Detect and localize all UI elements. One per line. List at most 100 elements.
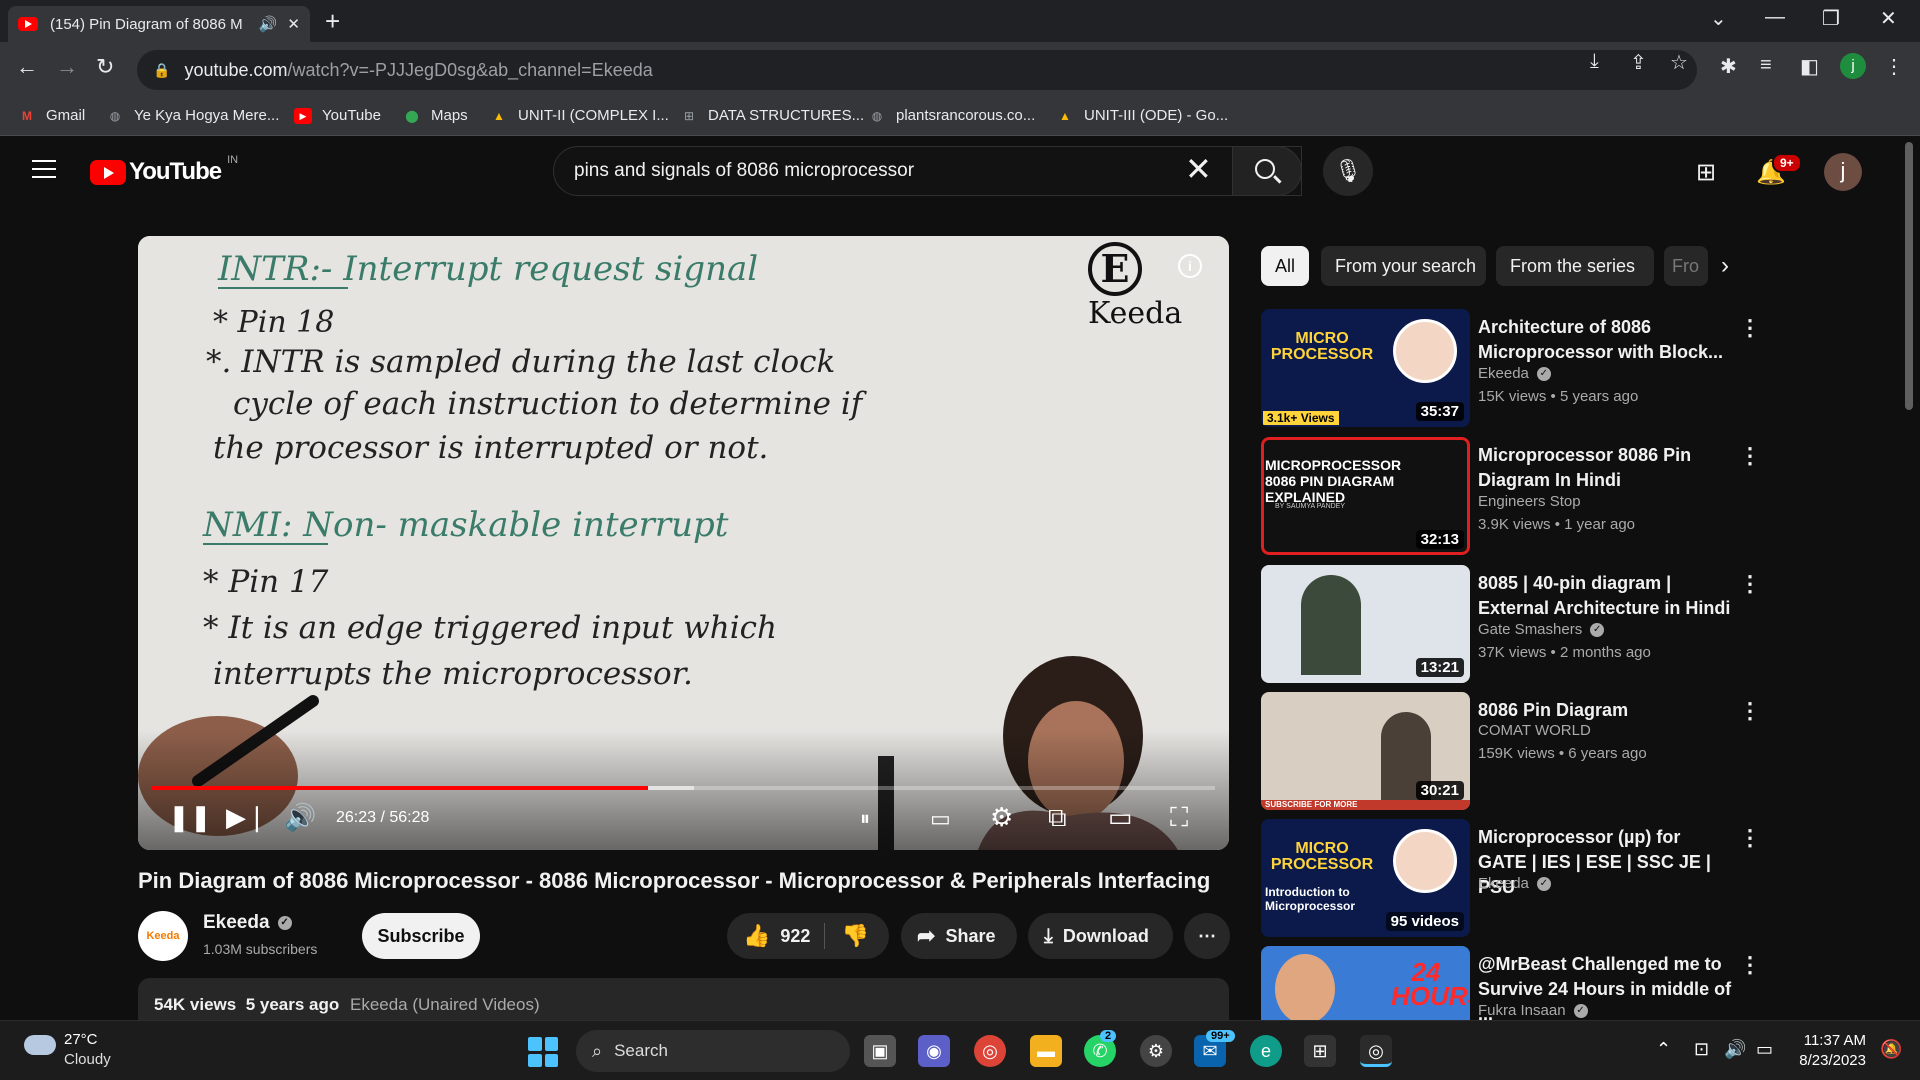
subscribe-button[interactable]: Subscribe bbox=[362, 913, 480, 959]
more-vertical-icon[interactable]: ⋮ bbox=[1739, 698, 1761, 724]
browser-profile-avatar[interactable]: j bbox=[1840, 53, 1866, 79]
rec-channel[interactable]: Ekeeda ✓ bbox=[1478, 875, 1551, 892]
back-button[interactable]: ← bbox=[16, 54, 38, 80]
rec-title[interactable]: 8086 Pin Diagram bbox=[1478, 698, 1733, 723]
bookmark-item[interactable]: ▲ UNIT-III (ODE) - Go... bbox=[1056, 107, 1228, 124]
chip-all[interactable]: All bbox=[1261, 246, 1309, 286]
minimize-button[interactable]: — bbox=[1765, 6, 1785, 29]
taskbar-search[interactable]: ⌕ Search bbox=[576, 1030, 850, 1072]
browser-menu-icon[interactable]: ⋮ bbox=[1884, 54, 1904, 79]
reload-button[interactable]: ↻ bbox=[96, 54, 114, 80]
chip-from-your-search[interactable]: From your search bbox=[1321, 246, 1486, 286]
store-icon[interactable]: ⊞ bbox=[1304, 1035, 1336, 1067]
rec-channel[interactable]: Fukra Insaan ✓ bbox=[1478, 1002, 1588, 1019]
notification-center-icon[interactable]: 🔕 bbox=[1880, 1039, 1902, 1060]
recommendation-item[interactable]: MICRO PROCESSOR 3.1k+ Views 35:37 Archit… bbox=[1261, 309, 1761, 427]
captions-icon[interactable]: ▭ bbox=[930, 806, 951, 832]
share-button[interactable]: ➦ Share bbox=[901, 913, 1017, 959]
media-control-icon[interactable]: ≡ bbox=[1760, 54, 1772, 77]
account-avatar[interactable]: j bbox=[1824, 153, 1862, 191]
bookmark-item[interactable]: ▲ UNIT-II (COMPLEX I... bbox=[490, 107, 669, 124]
more-vertical-icon[interactable]: ⋮ bbox=[1739, 443, 1761, 469]
bookmark-item[interactable]: ▶ YouTube bbox=[294, 107, 381, 124]
download-button[interactable]: ⤓ Download bbox=[1028, 913, 1173, 959]
bookmark-item[interactable]: ⊞ DATA STRUCTURES... bbox=[680, 107, 864, 124]
chip-truncated[interactable]: Fro bbox=[1664, 246, 1708, 286]
maximize-button[interactable]: ❐ bbox=[1822, 6, 1840, 31]
recommendation-item[interactable]: SUBSCRIBE FOR MORE 30:21 8086 Pin Diagra… bbox=[1261, 692, 1761, 810]
system-clock[interactable]: 11:37 AM 8/23/2023 bbox=[1796, 1031, 1866, 1071]
series-link[interactable]: Ekeeda (Unaired Videos) bbox=[350, 995, 540, 1014]
show-hidden-icons-icon[interactable]: ⌃ bbox=[1656, 1039, 1671, 1060]
bookmark-item[interactable]: ◍ Ye Kya Hogya Mere... bbox=[106, 107, 280, 124]
bookmark-item[interactable]: ◍ plantsrancorous.co... bbox=[868, 107, 1036, 124]
more-vertical-icon[interactable]: ⋮ bbox=[1739, 315, 1761, 341]
rec-title[interactable]: Architecture of 8086 Microprocessor with… bbox=[1478, 315, 1733, 365]
bookmark-item[interactable]: M Gmail bbox=[18, 107, 85, 124]
task-view-icon[interactable]: ▣ bbox=[864, 1035, 896, 1067]
recommendation-item[interactable]: MICROPROCESSOR 8086 PIN DIAGRAM EXPLAINE… bbox=[1261, 437, 1761, 555]
autoplay-toggle[interactable]: ⏸ bbox=[860, 808, 870, 831]
theater-mode-icon[interactable]: ▭ bbox=[1108, 802, 1133, 833]
rec-title[interactable]: 8085 | 40-pin diagram | External Archite… bbox=[1478, 571, 1733, 621]
file-explorer-icon[interactable]: ▬ bbox=[1030, 1035, 1062, 1067]
search-button[interactable] bbox=[1232, 146, 1302, 196]
rec-channel[interactable]: COMAT WORLD bbox=[1478, 722, 1591, 739]
speaker-icon[interactable]: 🔊 bbox=[1724, 1039, 1746, 1060]
video-player[interactable]: INTR:- Interrupt request signal * Pin 18… bbox=[138, 236, 1229, 850]
tab-close-icon[interactable]: ✕ bbox=[287, 15, 300, 33]
bookmark-item[interactable]: ⬤ Maps bbox=[403, 107, 467, 124]
install-app-icon[interactable]: ⤓ bbox=[1590, 50, 1599, 73]
settings-gear-icon[interactable]: ⚙ bbox=[1140, 1035, 1172, 1067]
video-thumbnail[interactable]: MICROPROCESSOR 8086 PIN DIAGRAM EXPLAINE… bbox=[1261, 437, 1470, 555]
youtube-logo[interactable]: YouTube IN bbox=[90, 154, 238, 186]
network-icon[interactable]: ⊡ bbox=[1694, 1039, 1709, 1060]
video-thumbnail[interactable]: SUBSCRIBE FOR MORE 30:21 bbox=[1261, 692, 1470, 810]
miniplayer-icon[interactable]: ⧉ bbox=[1048, 802, 1067, 834]
chrome-icon[interactable]: ◎ bbox=[974, 1035, 1006, 1067]
edge-icon[interactable]: e bbox=[1250, 1035, 1282, 1067]
close-window-button[interactable]: ✕ bbox=[1880, 6, 1897, 31]
chevron-right-icon[interactable]: › bbox=[1721, 252, 1729, 280]
pause-icon[interactable]: ❚❚ bbox=[168, 802, 212, 833]
fullscreen-icon[interactable]: ⛶ bbox=[1170, 802, 1188, 834]
temperature[interactable]: 27°C bbox=[64, 1031, 98, 1048]
page-scrollbar[interactable] bbox=[1905, 142, 1913, 410]
battery-icon[interactable]: ▭ bbox=[1756, 1039, 1773, 1060]
menu-icon[interactable] bbox=[32, 160, 56, 178]
chip-from-the-series[interactable]: From the series bbox=[1496, 246, 1654, 286]
forward-button[interactable]: → bbox=[56, 54, 78, 80]
thumbs-down-icon[interactable]: 👎 bbox=[841, 923, 868, 949]
thumbs-up-icon[interactable]: 👍 bbox=[743, 923, 770, 949]
rec-channel[interactable]: Ekeeda ✓ bbox=[1478, 365, 1551, 382]
voice-search-button[interactable]: 🎙 bbox=[1323, 146, 1373, 196]
channel-name[interactable]: Ekeeda ✓ bbox=[203, 912, 292, 934]
side-panel-icon[interactable]: ◧ bbox=[1800, 54, 1819, 79]
playlist-item[interactable]: MICRO PROCESSOR Introduction to Micropro… bbox=[1261, 819, 1761, 937]
cloud-icon[interactable] bbox=[24, 1035, 56, 1055]
create-video-icon[interactable]: ⊞ bbox=[1696, 158, 1716, 187]
recommendation-item[interactable]: 13:21 8085 | 40-pin diagram | External A… bbox=[1261, 565, 1761, 683]
progress-bar[interactable] bbox=[152, 786, 1215, 790]
more-vertical-icon[interactable]: ⋮ bbox=[1739, 571, 1761, 597]
windows-start-icon[interactable] bbox=[528, 1037, 558, 1067]
more-vertical-icon[interactable]: ⋮ bbox=[1739, 825, 1761, 851]
extensions-icon[interactable]: ✱ bbox=[1720, 54, 1737, 79]
volume-icon[interactable]: 🔊 bbox=[284, 802, 316, 833]
browser-tab[interactable]: (154) Pin Diagram of 8086 M 🔊 ✕ bbox=[8, 6, 310, 42]
recommendation-item[interactable]: 24 HOURS @MrBeast Challenged me to Survi… bbox=[1261, 946, 1761, 1020]
new-tab-button[interactable]: + bbox=[325, 6, 340, 37]
weather-condition[interactable]: Cloudy bbox=[64, 1051, 111, 1068]
video-thumbnail[interactable]: MICRO PROCESSOR 3.1k+ Views 35:37 bbox=[1261, 309, 1470, 427]
tab-search-icon[interactable]: ⌄ bbox=[1710, 6, 1727, 31]
share-page-icon[interactable]: ⇪ bbox=[1630, 50, 1647, 75]
tab-audio-icon[interactable]: 🔊 bbox=[259, 15, 278, 33]
video-thumbnail[interactable]: 24 HOURS bbox=[1261, 946, 1470, 1020]
more-actions-button[interactable]: ⋯ bbox=[1184, 913, 1230, 959]
address-bar[interactable]: 🔒 youtube.com /watch?v=-PJJJegD0sg&ab_ch… bbox=[137, 50, 1697, 90]
more-vertical-icon[interactable]: ⋮ bbox=[1739, 952, 1761, 978]
chrome-profile-icon[interactable]: ◎ bbox=[1360, 1035, 1392, 1067]
playlist-thumbnail[interactable]: MICRO PROCESSOR Introduction to Micropro… bbox=[1261, 819, 1470, 937]
rec-channel[interactable]: Gate Smashers ✓ bbox=[1478, 621, 1605, 638]
rec-channel[interactable]: Engineers Stop bbox=[1478, 493, 1581, 510]
